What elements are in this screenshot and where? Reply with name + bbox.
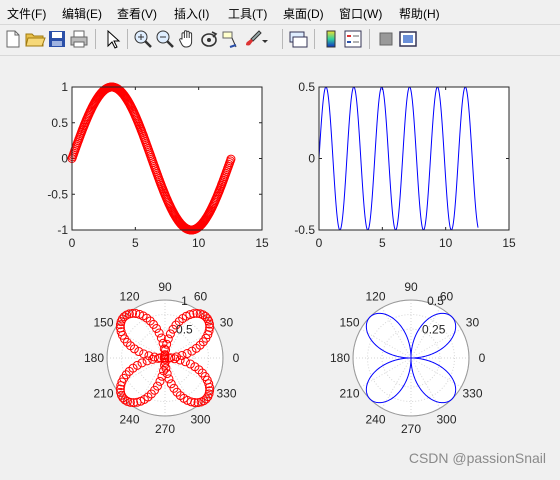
angle-label: 30 xyxy=(466,316,480,330)
open-folder-icon[interactable] xyxy=(24,28,46,50)
subplot-2 xyxy=(318,86,510,231)
legend-icon[interactable] xyxy=(342,28,364,50)
angle-label: 300 xyxy=(190,412,210,426)
angle-label: 210 xyxy=(93,387,113,401)
menu-tools[interactable]: 工具(T) xyxy=(228,5,267,22)
menu-desktop[interactable]: 桌面(D) xyxy=(283,5,324,22)
radius-tick-label: 0.25 xyxy=(422,322,446,336)
angle-label: 180 xyxy=(330,351,350,365)
colorbar-icon[interactable] xyxy=(320,28,342,50)
toolbar-separator xyxy=(127,29,128,49)
y-tick-label: -1 xyxy=(57,223,68,237)
angle-label: 210 xyxy=(339,387,359,401)
toolbar xyxy=(0,25,560,55)
y-tick-label: 1 xyxy=(61,80,68,94)
angle-label: 150 xyxy=(93,316,113,330)
toolbar-separator xyxy=(369,29,370,49)
menu-window[interactable]: 窗口(W) xyxy=(339,5,382,22)
zoom-out-icon[interactable] xyxy=(154,28,176,50)
polar-subplot-4 xyxy=(352,299,470,417)
angle-label: 60 xyxy=(194,290,208,304)
angle-label: 270 xyxy=(401,422,421,436)
angle-label: 270 xyxy=(155,422,175,436)
x-tick-label: 10 xyxy=(439,236,453,250)
figure-plots: 0 5 10 1510.50-0.5-10 5 10 150.50-0.5030609012… xyxy=(47,80,516,436)
angle-label: 120 xyxy=(365,290,385,304)
angle-label: 90 xyxy=(404,280,418,294)
zoom-in-icon[interactable] xyxy=(132,28,154,50)
angle-label: 30 xyxy=(220,316,234,330)
angle-label: 180 xyxy=(84,351,104,365)
subplot-1 xyxy=(67,82,263,235)
x-tick-label: 5 xyxy=(132,236,139,250)
menu-bar: 文件(F) 编辑(E) 查看(V) 插入(I) 工具(T) 桌面(D) 窗口(W… xyxy=(0,0,560,24)
watermark: CSDN @passionSnail xyxy=(408,450,546,466)
y-tick-label: -0.5 xyxy=(47,187,68,201)
x-tick-label: 15 xyxy=(255,236,269,250)
x-tick-label: 15 xyxy=(502,236,516,250)
rotate-3d-icon[interactable] xyxy=(198,28,220,50)
menu-file[interactable]: 文件(F) xyxy=(7,5,46,22)
y-tick-label: 0 xyxy=(61,152,68,166)
axes-background xyxy=(319,87,509,230)
angle-label: 330 xyxy=(462,387,482,401)
menu-insert[interactable]: 插入(I) xyxy=(174,5,209,22)
angle-label: 240 xyxy=(365,412,385,426)
angle-label: 150 xyxy=(339,316,359,330)
brush-dropdown-icon[interactable] xyxy=(260,28,270,50)
menu-view[interactable]: 查看(V) xyxy=(117,5,157,22)
print-icon[interactable] xyxy=(68,28,90,50)
polar-subplot-3 xyxy=(106,299,224,417)
angle-label: 0 xyxy=(233,351,240,365)
radius-tick-label: 0.5 xyxy=(427,294,444,308)
menu-edit[interactable]: 编辑(E) xyxy=(62,5,102,22)
hide-plot-tools-icon[interactable] xyxy=(375,28,397,50)
toolbar-separator xyxy=(314,29,315,49)
angle-label: 90 xyxy=(158,280,172,294)
x-tick-label: 0 xyxy=(316,236,323,250)
y-tick-label: -0.5 xyxy=(294,223,315,237)
angle-label: 120 xyxy=(119,290,139,304)
data-cursor-icon[interactable] xyxy=(220,28,242,50)
angle-label: 240 xyxy=(119,412,139,426)
x-tick-label: 0 xyxy=(69,236,76,250)
angle-label: 330 xyxy=(216,387,236,401)
figure-canvas: 0 5 10 15 1 0.5 0 -0.5 -1 0 5 10 15 0.5 0 -0.5 0 30 60 90 12… xyxy=(0,56,560,475)
y-tick-label: 0 xyxy=(308,152,315,166)
radius-tick-label: 0.5 xyxy=(176,322,193,336)
show-plot-tools-icon[interactable] xyxy=(397,28,419,50)
x-tick-label: 5 xyxy=(379,236,386,250)
link-plot-icon[interactable] xyxy=(287,28,309,50)
angle-label: 0 xyxy=(479,351,486,365)
pan-hand-icon[interactable] xyxy=(176,28,198,50)
menu-help[interactable]: 帮助(H) xyxy=(399,5,440,22)
radius-tick-label: 1 xyxy=(181,294,188,308)
y-tick-label: 0.5 xyxy=(298,80,315,94)
x-tick-label: 10 xyxy=(192,236,206,250)
toolbar-separator xyxy=(282,29,283,49)
pointer-icon[interactable] xyxy=(101,28,123,50)
toolbar-separator xyxy=(95,29,96,49)
angle-label: 300 xyxy=(436,412,456,426)
new-file-icon[interactable] xyxy=(2,28,24,50)
save-icon[interactable] xyxy=(46,28,68,50)
y-tick-label: 0.5 xyxy=(51,116,68,130)
